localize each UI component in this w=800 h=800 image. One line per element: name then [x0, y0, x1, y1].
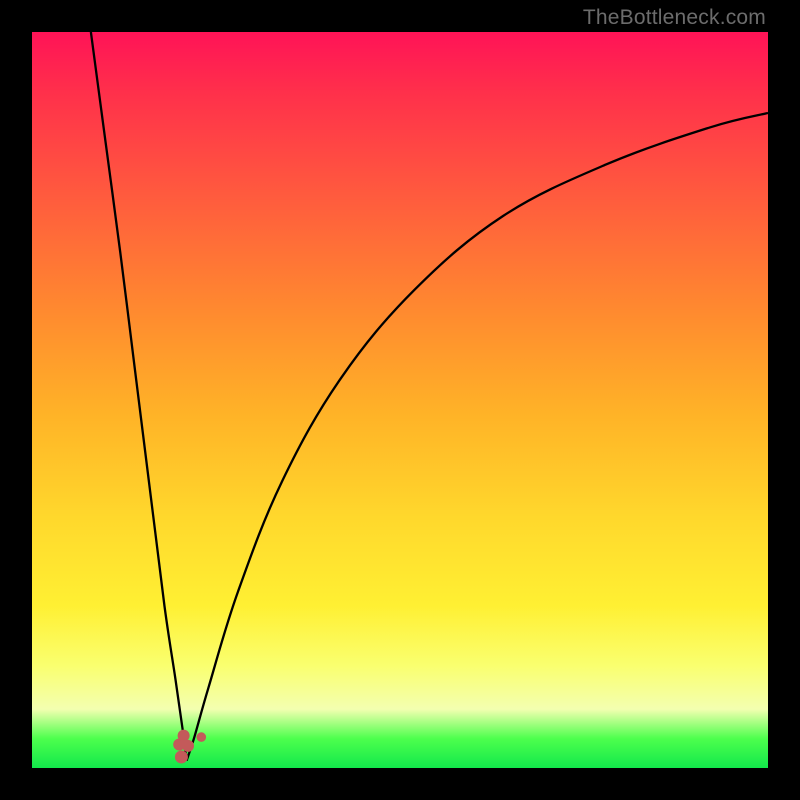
- watermark-text: TheBottleneck.com: [583, 6, 766, 30]
- plot-area: [32, 32, 768, 768]
- optimum-marker: [196, 732, 206, 742]
- curve-left-branch: [91, 32, 187, 761]
- curve-layer: [32, 32, 768, 768]
- optimum-marker-cluster: [173, 730, 206, 764]
- optimum-marker: [175, 750, 188, 763]
- curve-right-branch: [187, 113, 768, 761]
- optimum-marker: [182, 740, 194, 752]
- chart-frame: TheBottleneck.com: [0, 0, 800, 800]
- optimum-marker: [178, 730, 190, 742]
